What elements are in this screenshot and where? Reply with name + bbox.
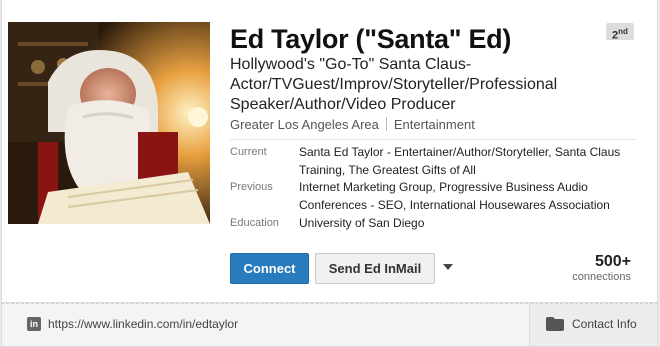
previous-label: Previous xyxy=(230,181,273,193)
profile-url[interactable]: https://www.linkedin.com/in/edtaylor xyxy=(48,317,238,331)
previous-value[interactable]: Internet Marketing Group, Progressive Bu… xyxy=(299,178,639,214)
industry-link[interactable]: Entertainment xyxy=(394,117,475,132)
meta-divider xyxy=(385,117,387,131)
current-label: Current xyxy=(230,146,267,158)
chevron-down-icon[interactable] xyxy=(443,264,453,270)
contact-info-label: Contact Info xyxy=(572,317,637,331)
connections-count: 500+ xyxy=(594,253,631,270)
section-divider xyxy=(230,139,636,140)
connection-degree-badge: 2nd xyxy=(606,23,634,42)
linkedin-icon: in xyxy=(27,317,41,331)
education-label: Education xyxy=(230,217,279,229)
profile-footer: in https://www.linkedin.com/in/edtaylor … xyxy=(1,303,658,347)
santa-photo-image xyxy=(8,22,210,224)
degree-suffix: nd xyxy=(618,27,628,36)
connect-button[interactable]: Connect xyxy=(230,253,309,284)
education-value[interactable]: University of San Diego xyxy=(299,214,639,232)
profile-card: Ed Taylor ("Santa" Ed) 2nd Hollywood's "… xyxy=(1,0,658,303)
profile-photo[interactable] xyxy=(8,22,210,224)
location-link[interactable]: Greater Los Angeles Area xyxy=(230,117,379,132)
contact-info-button[interactable]: Contact Info xyxy=(529,304,657,346)
profile-name: Ed Taylor ("Santa" Ed) xyxy=(230,24,512,54)
current-value[interactable]: Santa Ed Taylor - Entertainer/Author/Sto… xyxy=(299,143,639,179)
folder-icon xyxy=(546,317,564,331)
profile-meta: Greater Los Angeles Area Entertainment xyxy=(230,117,475,132)
send-inmail-button[interactable]: Send Ed InMail xyxy=(315,253,435,284)
connections-label: connections xyxy=(572,271,631,283)
profile-headline: Hollywood's "Go-To" Santa Claus-Actor/TV… xyxy=(230,56,558,113)
